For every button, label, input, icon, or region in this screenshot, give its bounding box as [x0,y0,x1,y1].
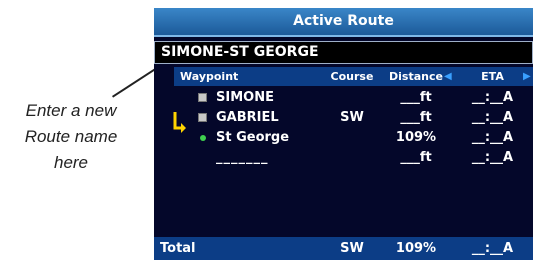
callout-text: Enter a new Route name here [12,98,130,176]
waypoint-name: SIMONE [216,90,274,105]
eta-value: __:__A [471,150,514,165]
waypoint-name: GABRIEL [216,110,279,125]
callout-line-2: Route name [24,127,118,146]
route-row[interactable]: SIMONE ___ft __:__A [154,88,533,108]
distance-value: ___ft [400,90,432,105]
arrow-right-icon[interactable]: ▶ [523,67,531,86]
waypoint-flag-icon [198,93,207,102]
eta-value: __:__A [471,110,514,125]
total-eta: __:__A [471,241,514,256]
route-row[interactable]: St George 109% __:__A [154,128,533,148]
course-value: SW [340,110,364,125]
column-header-distance[interactable]: Distance [380,67,452,86]
page-title: Active Route [154,8,533,37]
column-header-waypoint: Waypoint [174,67,324,86]
waypoint-name: St George [216,130,290,145]
callout-line-1: Enter a new [25,101,117,120]
column-header-eta[interactable]: ETA [452,67,533,86]
waypoint-flag-icon [198,113,207,122]
callout-leader-line [112,65,161,98]
eta-value: __:__A [471,90,514,105]
device-screen: Active Route SIMONE-ST GEORGE Waypoint C… [154,8,533,260]
total-distance: 109% [395,241,437,256]
route-row[interactable]: _______ ___ft __:__A [154,148,533,168]
destination-dot-icon [200,135,206,141]
distance-value: 109% [395,130,437,145]
callout-line-3: here [53,153,89,172]
column-header-course: Course [324,67,380,86]
total-row: Total SW 109% __:__A [154,237,533,260]
distance-value: ___ft [400,150,432,165]
route-row[interactable]: GABRIEL SW ___ft __:__A [154,108,533,128]
total-course: SW [340,241,364,256]
route-name-field[interactable]: SIMONE-ST GEORGE [154,41,533,64]
eta-value: __:__A [471,130,514,145]
empty-waypoint-slot: _______ [216,150,269,165]
distance-value: ___ft [400,110,432,125]
arrow-left-icon[interactable]: ◀ [444,67,452,86]
total-label: Total [160,241,196,256]
